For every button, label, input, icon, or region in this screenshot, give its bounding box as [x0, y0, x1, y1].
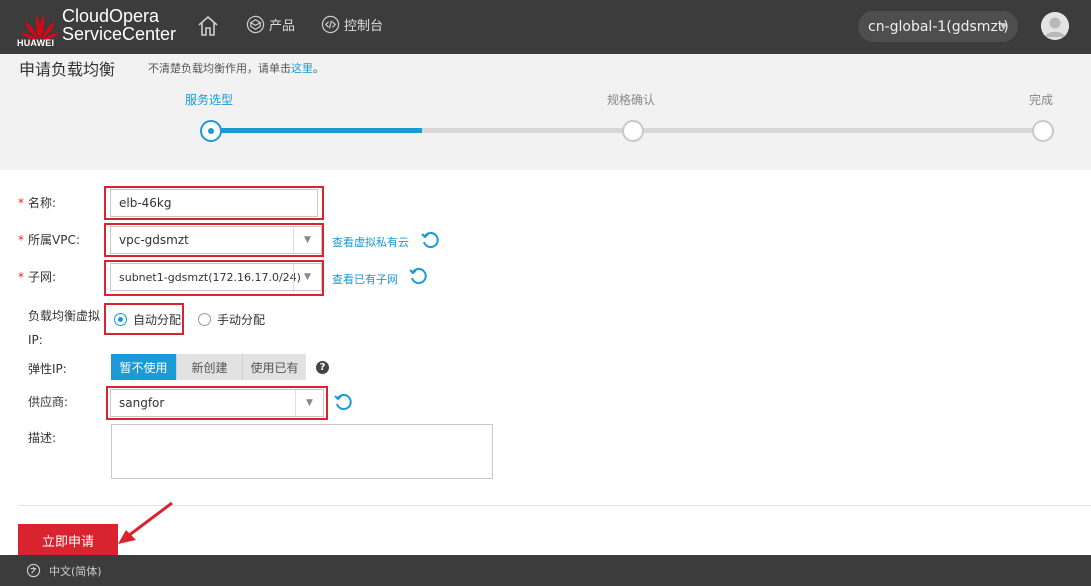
vendor-label: 供应商:: [28, 395, 69, 409]
vpc-select[interactable]: vpc-gdsmzt ▼: [110, 226, 322, 254]
vpc-label: * 所属VPC:: [18, 233, 80, 247]
view-vpc-link[interactable]: 查看虚拟私有云: [332, 234, 409, 250]
subnet-select[interactable]: subnet1-gdsmzt(172.16.17.0/24) ▼: [110, 263, 322, 291]
console-icon: [321, 15, 340, 34]
vendor-select-value: sangfor: [119, 396, 165, 410]
help-text-prefix: 不清楚负载均衡作用，请单击: [148, 62, 291, 75]
refresh-icon[interactable]: [333, 392, 353, 412]
vpc-label-text: 所属VPC:: [28, 233, 80, 247]
top-navigation-bar: HUAWEI CloudOpera ServiceCenter 产品 控制台 c…: [0, 0, 1091, 54]
name-label: * 名称:: [18, 196, 57, 210]
desc-textarea[interactable]: [111, 424, 493, 479]
page-title: 申请负载均衡: [19, 60, 116, 79]
vip-label-line1: 负载均衡虚拟: [28, 309, 101, 323]
step-dot-3: [1032, 120, 1054, 142]
vip-manual-label: 手动分配: [217, 313, 266, 327]
help-text: 不清楚负载均衡作用，请单击这里。: [148, 60, 324, 76]
eip-option-none[interactable]: 暂不使用: [111, 354, 176, 380]
step-label-done: 完成: [1029, 93, 1054, 107]
dropdown-arrow-icon: ▼: [293, 264, 321, 290]
subnet-select-value: subnet1-gdsmzt(172.16.17.0/24): [119, 270, 301, 284]
subnet-label-text: 子网:: [28, 270, 57, 284]
step-label-service-selection: 服务选型: [185, 93, 234, 107]
vip-manual-radio[interactable]: 手动分配: [198, 311, 265, 328]
brand-line-2: ServiceCenter: [62, 24, 177, 44]
dropdown-arrow-icon: ▼: [295, 390, 323, 416]
nav-products[interactable]: 产品: [246, 15, 295, 34]
vip-label: 负载均衡虚拟 IP:: [28, 304, 100, 352]
eip-label: 弹性IP:: [28, 362, 67, 376]
vendor-select[interactable]: sangfor ▼: [110, 389, 324, 417]
vip-label-line2: IP:: [28, 333, 43, 347]
name-label-text: 名称:: [28, 196, 57, 210]
product-brand[interactable]: CloudOpera ServiceCenter: [62, 7, 176, 43]
subnet-label: * 子网:: [18, 270, 57, 284]
view-subnet-link[interactable]: 查看已有子网: [332, 271, 398, 287]
nav-console[interactable]: 控制台: [321, 15, 383, 34]
logo-text: HUAWEI: [17, 38, 55, 48]
vip-auto-label: 自动分配: [133, 313, 182, 327]
radio-selected-icon: [114, 313, 127, 326]
name-input-value: elb-46kg: [119, 196, 172, 210]
help-question-icon[interactable]: ?: [316, 361, 329, 374]
annotation-arrow-icon: [118, 501, 173, 544]
region-label: cn-global-1(gdsmzt): [868, 18, 1009, 35]
desc-label: 描述:: [28, 431, 57, 445]
user-avatar[interactable]: [1041, 12, 1069, 40]
step-label-spec-confirm: 规格确认: [607, 93, 656, 107]
vpc-select-value: vpc-gdsmzt: [119, 233, 189, 247]
home-icon[interactable]: [196, 14, 220, 38]
footer-bar: 中文(简体): [0, 555, 1091, 586]
eip-option-new[interactable]: 新创建: [176, 354, 242, 380]
nav-console-label: 控制台: [344, 19, 384, 34]
region-selector[interactable]: cn-global-1(gdsmzt) ▼: [858, 11, 1018, 42]
brand-line-1: CloudOpera: [62, 6, 160, 26]
help-text-suffix: 。: [313, 62, 324, 75]
refresh-icon[interactable]: [420, 230, 440, 250]
language-icon[interactable]: [26, 563, 41, 578]
caret-down-icon: ▼: [1000, 22, 1007, 32]
wizard-header: 申请负载均衡 不清楚负载均衡作用，请单击这里。 服务选型 规格确认 完成: [0, 54, 1091, 170]
step-dot-2: [622, 120, 644, 142]
vip-auto-radio[interactable]: 自动分配: [114, 311, 181, 328]
product-icon: [246, 15, 265, 34]
radio-unselected-icon: [198, 313, 211, 326]
progress-fill: [211, 128, 422, 133]
dropdown-arrow-icon: ▼: [293, 227, 321, 253]
name-input[interactable]: elb-46kg: [110, 189, 318, 217]
eip-option-existing[interactable]: 使用已有: [242, 354, 306, 380]
language-label[interactable]: 中文(简体): [49, 563, 102, 579]
nav-products-label: 产品: [269, 19, 296, 34]
help-link[interactable]: 这里: [291, 62, 313, 75]
refresh-icon[interactable]: [408, 266, 428, 286]
submit-button[interactable]: 立即申请: [18, 524, 118, 556]
step-dot-1: [200, 120, 222, 142]
